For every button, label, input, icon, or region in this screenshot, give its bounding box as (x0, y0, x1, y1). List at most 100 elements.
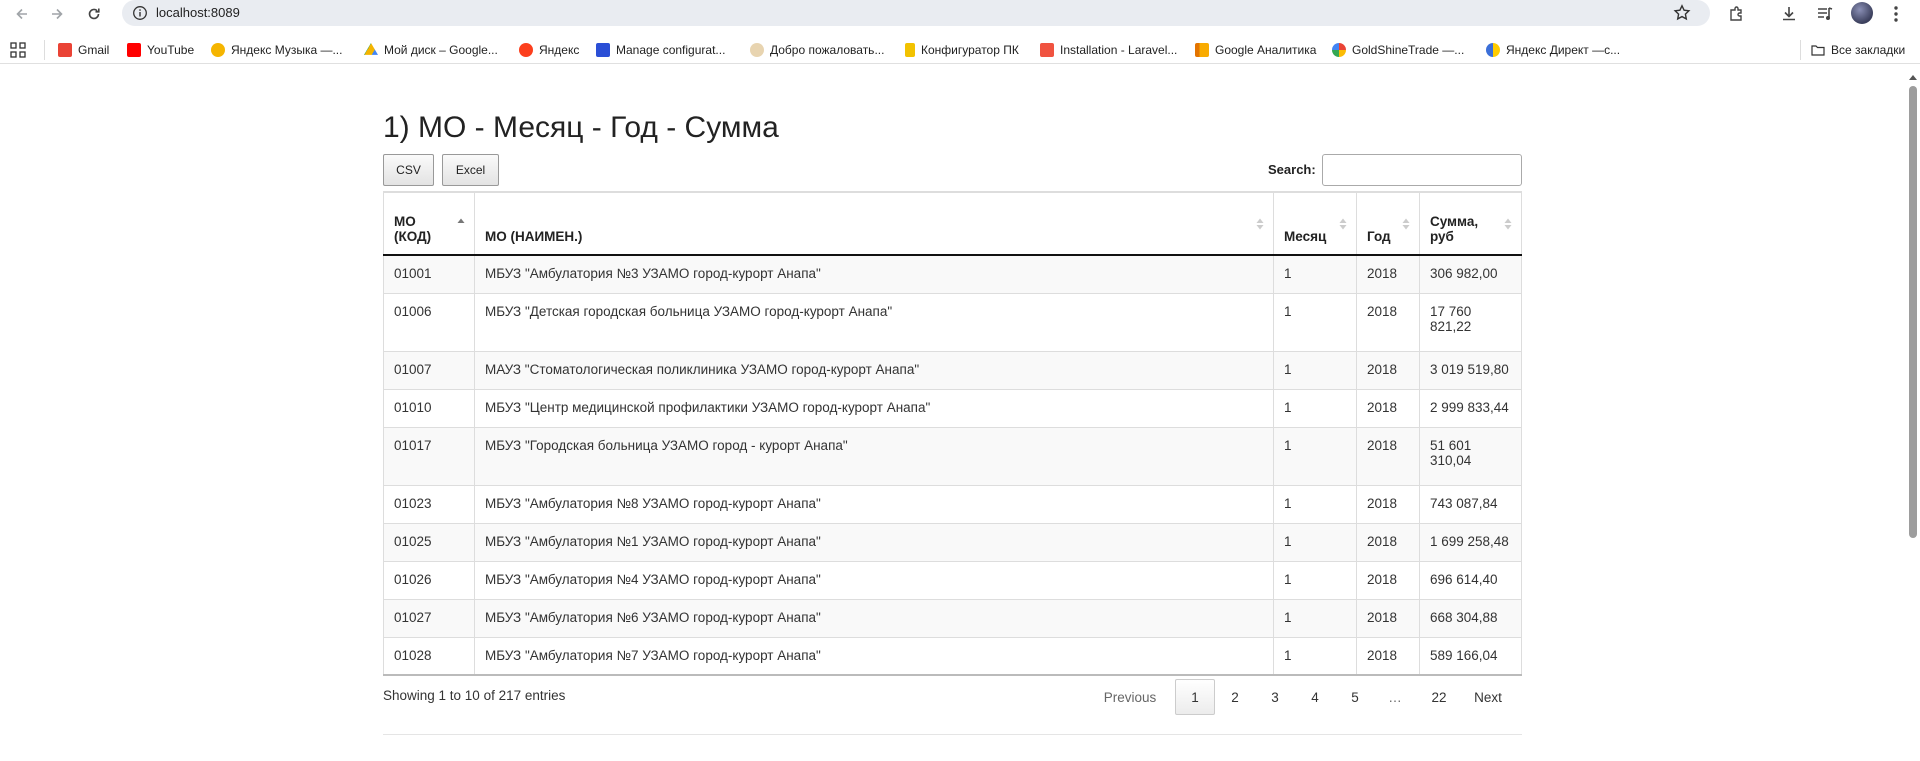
column-header-year[interactable]: Год (1355, 191, 1420, 256)
bookmark-yandex-music[interactable]: Яндекс Музыка —... (211, 42, 342, 58)
cell-sum: 51 601 310,04 (1418, 426, 1523, 486)
cell-mo-name: МБУЗ "Амбулатория №4 УЗАМО город-курорт … (473, 560, 1275, 600)
bookmark-welcome[interactable]: Добро пожаловать... (750, 42, 884, 58)
cell-sum: 589 166,04 (1418, 636, 1523, 676)
table-header-row: МО (КОД) МО (НАИМЕН.) Месяц Год Сумма, р… (383, 191, 1523, 256)
bookmark-gmail[interactable]: Gmail (58, 42, 109, 58)
cell-month: 1 (1273, 350, 1357, 390)
column-header-mo-code[interactable]: МО (КОД) (383, 191, 475, 256)
media-control-icon[interactable] (1814, 3, 1836, 25)
table-row[interactable]: 01026 МБУЗ "Амбулатория №4 УЗАМО город-к… (383, 560, 1523, 600)
search-input[interactable] (1322, 154, 1522, 186)
table-row[interactable]: 01001 МБУЗ "Амбулатория №3 УЗАМО город-к… (383, 254, 1523, 294)
pagination-page-1[interactable]: 1 (1175, 679, 1215, 715)
column-header-month[interactable]: Месяц (1273, 191, 1357, 256)
bookmark-youtube[interactable]: YouTube (127, 42, 194, 58)
pagination-page-5[interactable]: 5 (1335, 679, 1375, 715)
table-row[interactable]: 01017 МБУЗ "Городская больница УЗАМО гор… (383, 426, 1523, 486)
pagination-ellipsis: … (1388, 689, 1402, 705)
site-info-icon[interactable] (132, 5, 148, 21)
cell-month: 1 (1273, 388, 1357, 428)
cell-year: 2018 (1355, 292, 1420, 352)
pagination-next[interactable]: Next (1463, 679, 1513, 715)
cell-mo-name: МБУЗ "Центр медицинской профилактики УЗА… (473, 388, 1275, 428)
sort-both-icon (1256, 218, 1264, 230)
table-row[interactable]: 01025 МБУЗ "Амбулатория №1 УЗАМО город-к… (383, 522, 1523, 562)
table-row[interactable]: 01027 МБУЗ "Амбулатория №6 УЗАМО город-к… (383, 598, 1523, 638)
bookmark-manage-configuration[interactable]: Manage configurat... (596, 42, 725, 58)
table-row[interactable]: 01023 МБУЗ "Амбулатория №8 УЗАМО город-к… (383, 484, 1523, 524)
table-row[interactable]: 01007 МАУЗ "Стоматологическая поликлиник… (383, 350, 1523, 390)
bookmark-pc-configurator[interactable]: Конфигуратор ПК (905, 42, 1019, 58)
bookmark-label: Google Аналитика (1215, 43, 1317, 57)
bookmark-google-drive[interactable]: Мой диск – Google... (364, 42, 498, 58)
bookmark-yandex[interactable]: Яндекс (519, 42, 579, 58)
bookmark-label: Яндекс Музыка —... (231, 43, 343, 57)
cell-sum: 696 614,40 (1418, 560, 1523, 600)
excel-export-button[interactable]: Excel (442, 154, 499, 186)
cell-mo-code: 01010 (383, 388, 475, 428)
page-title: 1) МО - Месяц - Год - Сумма (383, 111, 779, 144)
bookmark-google-analytics[interactable]: Google Аналитика (1195, 42, 1316, 58)
table-row[interactable]: 01028 МБУЗ "Амбулатория №7 УЗАМО город-к… (383, 636, 1523, 676)
back-icon[interactable] (10, 2, 34, 26)
pagination-previous[interactable]: Previous (1093, 679, 1167, 715)
column-header-sum[interactable]: Сумма, руб (1418, 191, 1523, 256)
cell-mo-code: 01017 (383, 426, 475, 486)
address-bar[interactable]: localhost:8089 (122, 0, 1710, 26)
manage-configuration-icon (596, 43, 610, 57)
folder-icon (1811, 45, 1825, 56)
cell-mo-code: 01026 (383, 560, 475, 600)
pagination-page-3[interactable]: 3 (1255, 679, 1295, 715)
scrollbar-thumb[interactable] (1909, 86, 1917, 538)
pagination-page-22[interactable]: 22 (1417, 679, 1461, 715)
profile-avatar[interactable] (1851, 2, 1873, 24)
cell-year: 2018 (1355, 388, 1420, 428)
cell-sum: 743 087,84 (1418, 484, 1523, 524)
bookmark-goldshinetrade[interactable]: GoldShineTrade —... (1332, 42, 1464, 58)
cell-sum: 1 699 258,48 (1418, 522, 1523, 562)
bookmark-yandex-direct[interactable]: Яндекс Директ —с... (1486, 42, 1620, 58)
table-row[interactable]: 01006 МБУЗ "Детская городская больница У… (383, 292, 1523, 352)
cell-year: 2018 (1355, 426, 1420, 486)
all-bookmarks[interactable]: Все закладки (1811, 42, 1905, 58)
cell-year: 2018 (1355, 350, 1420, 390)
download-icon[interactable] (1778, 3, 1800, 25)
bookmark-laravel[interactable]: Installation - Laravel... (1040, 42, 1177, 58)
cell-mo-code: 01028 (383, 636, 475, 676)
cell-mo-name: МБУЗ "Амбулатория №7 УЗАМО город-курорт … (473, 636, 1275, 676)
cell-mo-code: 01007 (383, 350, 475, 390)
csv-export-button[interactable]: CSV (383, 154, 434, 186)
reload-icon[interactable] (82, 2, 106, 26)
yandex-music-icon (211, 43, 225, 57)
gmail-icon (58, 43, 72, 57)
table-info: Showing 1 to 10 of 217 entries (383, 688, 566, 703)
forward-icon[interactable] (45, 2, 69, 26)
cell-mo-name: МБУЗ "Амбулатория №1 УЗАМО город-курорт … (473, 522, 1275, 562)
apps-grid-icon[interactable] (10, 42, 26, 58)
scroll-up-arrow-icon[interactable] (1909, 75, 1917, 80)
bookmark-star-icon[interactable] (1672, 3, 1692, 23)
menu-dots-icon[interactable] (1885, 3, 1907, 25)
google-analytics-icon (1195, 43, 1209, 57)
cell-mo-code: 01006 (383, 292, 475, 352)
cell-mo-name: МБУЗ "Амбулатория №3 УЗАМО город-курорт … (473, 254, 1275, 294)
bookmark-label: Gmail (78, 43, 110, 57)
url-text: localhost:8089 (156, 5, 240, 20)
extensions-icon[interactable] (1726, 3, 1748, 25)
browser-toolbar: localhost:8089 (0, 0, 1920, 28)
cell-mo-code: 01027 (383, 598, 475, 638)
bookmark-label: Яндекс (539, 43, 580, 57)
pc-configurator-icon (905, 43, 915, 57)
table-row[interactable]: 01010 МБУЗ "Центр медицинской профилакти… (383, 388, 1523, 428)
youtube-icon (127, 43, 141, 57)
column-header-mo-name[interactable]: МО (НАИМЕН.) (473, 191, 1275, 256)
bookmark-label: Яндекс Директ —с... (1506, 43, 1621, 57)
cell-sum: 668 304,88 (1418, 598, 1523, 638)
pagination-page-2[interactable]: 2 (1215, 679, 1255, 715)
cell-mo-code: 01001 (383, 254, 475, 294)
cell-mo-name: МБУЗ "Амбулатория №6 УЗАМО город-курорт … (473, 598, 1275, 638)
yandex-direct-icon (1486, 43, 1500, 57)
pagination-page-4[interactable]: 4 (1295, 679, 1335, 715)
page-scrollbar[interactable] (1906, 72, 1920, 761)
